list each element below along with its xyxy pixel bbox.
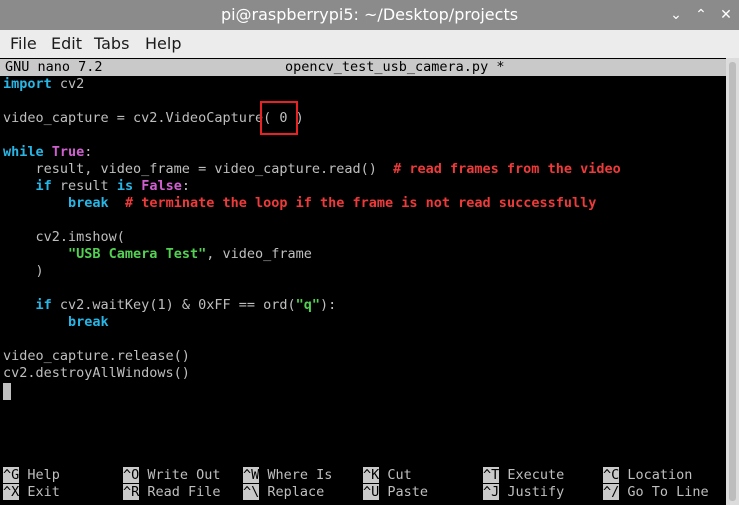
close-icon[interactable]: ✕ — [716, 5, 736, 25]
shortcut-help[interactable]: ^G Help — [3, 467, 60, 484]
menu-tabs[interactable]: Tabs — [94, 30, 129, 58]
shortcut-key: ^R — [123, 484, 140, 500]
maximize-icon[interactable]: ⌃ — [691, 5, 711, 25]
code-token: cv2 — [51, 76, 85, 92]
code-token: result, video_frame = video_capture.read… — [3, 161, 394, 177]
minimize-icon[interactable]: ⌄ — [666, 5, 686, 25]
shortcut-exit[interactable]: ^X Exit — [3, 484, 60, 501]
code-token: is — [116, 178, 134, 194]
shortcut-label: Cut — [387, 467, 412, 483]
code-line: break # terminate the loop if the frame … — [3, 195, 596, 212]
title-bar[interactable]: pi@raspberrypi5: ~/Desktop/projects ⌄ ⌃ … — [0, 0, 739, 30]
code-comment: # read frames from the video — [393, 161, 621, 177]
code-token: cv2.waitKey(1) & 0xFF == ord( — [51, 297, 296, 313]
code-token: video_capture = cv2.VideoCapture — [3, 110, 264, 126]
code-line: if cv2.waitKey(1) & 0xFF == ord("q"): — [3, 297, 337, 314]
shortcut-label: Justify — [507, 484, 565, 500]
shortcut-label: Help — [27, 467, 60, 483]
shortcut-key: ^T — [483, 467, 500, 483]
code-token: ): — [320, 297, 337, 313]
shortcut-write-out[interactable]: ^O Write Out — [123, 467, 221, 484]
shortcut-go-to-line[interactable]: ^/ Go To Line — [603, 484, 709, 501]
menu-file[interactable]: File — [10, 30, 37, 58]
code-line: video_capture.release() — [3, 348, 190, 364]
shortcut-label: Where Is — [267, 467, 333, 483]
nano-filename: opencv_test_usb_camera.py * — [285, 59, 505, 75]
scrollbar[interactable] — [726, 58, 739, 505]
code-token: if — [35, 178, 52, 194]
shortcut-label: Paste — [387, 484, 429, 500]
shortcut-paste[interactable]: ^U Paste — [363, 484, 428, 501]
shortcut-key: ^O — [123, 467, 140, 483]
code-string: "USB Camera Test" — [68, 246, 207, 262]
window-title: pi@raspberrypi5: ~/Desktop/projects — [220, 5, 519, 24]
code-token: break — [68, 195, 109, 211]
shortcut-label: Location — [627, 467, 693, 483]
code-comment: # terminate the loop if the frame is not… — [124, 195, 597, 211]
terminal-window: pi@raspberrypi5: ~/Desktop/projects ⌄ ⌃ … — [0, 0, 739, 505]
shortcut-key: ^\ — [243, 484, 260, 500]
shortcut-cut[interactable]: ^K Cut — [363, 467, 412, 484]
code-token: True — [51, 144, 85, 160]
shortcut-key: ^G — [3, 467, 20, 483]
code-token: break — [68, 314, 109, 330]
shortcut-location[interactable]: ^C Location — [603, 467, 692, 484]
menu-edit[interactable]: Edit — [51, 30, 82, 58]
code-line: result, video_frame = video_capture.read… — [3, 161, 621, 178]
shortcut-key: ^/ — [603, 484, 620, 500]
code-line: video_capture = cv2.VideoCapture( 0 ) — [3, 110, 304, 127]
shortcut-replace[interactable]: ^\ Replace — [243, 484, 324, 501]
text-cursor — [3, 383, 11, 400]
code-line: while True: — [3, 144, 92, 161]
shortcut-key: ^U — [363, 484, 380, 500]
code-token: : — [181, 178, 190, 194]
code-line: "USB Camera Test", video_frame — [3, 246, 312, 263]
nano-header-bar: GNU nano 7.2 opencv_test_usb_camera.py * — [0, 59, 726, 76]
code-token: result — [51, 178, 117, 194]
nano-version: GNU nano 7.2 — [5, 59, 103, 75]
highlight-box — [260, 101, 298, 135]
code-line: cv2.imshow( — [3, 229, 125, 245]
shortcut-read-file[interactable]: ^R Read File — [123, 484, 221, 501]
shortcut-label: Exit — [27, 484, 60, 500]
code-line: cv2.destroyAllWindows() — [3, 365, 190, 381]
code-token: if — [35, 297, 52, 313]
shortcut-key: ^W — [243, 467, 260, 483]
scrollbar-thumb[interactable] — [729, 62, 736, 501]
code-token: , video_frame — [206, 246, 312, 262]
shortcut-key: ^X — [3, 484, 20, 500]
shortcut-label: Replace — [267, 484, 325, 500]
shortcut-key: ^C — [603, 467, 620, 483]
code-line: if result is False: — [3, 178, 190, 195]
shortcut-key: ^J — [483, 484, 500, 500]
shortcut-execute[interactable]: ^T Execute — [483, 467, 564, 484]
code-string: "q" — [295, 297, 321, 313]
shortcut-label: Go To Line — [627, 484, 709, 500]
code-token: while — [3, 144, 44, 160]
shortcut-justify[interactable]: ^J Justify — [483, 484, 564, 501]
code-line: import cv2 — [3, 76, 84, 93]
shortcut-label: Execute — [507, 467, 565, 483]
shortcut-label: Write Out — [147, 467, 221, 483]
shortcut-label: Read File — [147, 484, 221, 500]
code-token: import — [3, 76, 52, 92]
nano-editor[interactable]: GNU nano 7.2 opencv_test_usb_camera.py *… — [0, 58, 726, 505]
menu-bar: File Edit Tabs Help — [0, 30, 739, 58]
code-line: break — [3, 314, 109, 331]
shortcut-key: ^K — [363, 467, 380, 483]
shortcut-where-is[interactable]: ^W Where Is — [243, 467, 332, 484]
code-token: False — [141, 178, 182, 194]
code-token: : — [84, 144, 93, 160]
menu-help[interactable]: Help — [145, 30, 181, 58]
code-line: ) — [3, 263, 44, 279]
